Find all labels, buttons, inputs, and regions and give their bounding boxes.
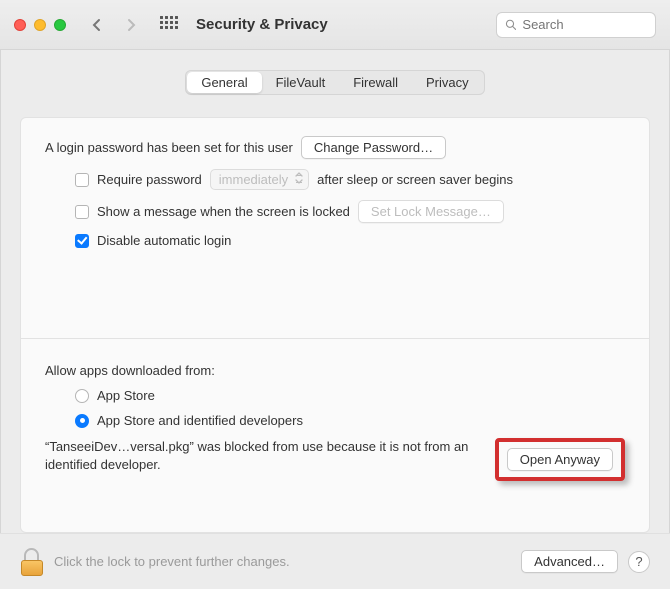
search-icon — [505, 18, 516, 31]
grid-icon — [160, 16, 178, 34]
advanced-button[interactable]: Advanced… — [521, 550, 618, 573]
allow-apps-heading: Allow apps downloaded from: — [45, 363, 625, 378]
separator — [21, 338, 649, 339]
tab-general[interactable]: General — [187, 72, 261, 93]
require-password-checkbox[interactable] — [75, 173, 89, 187]
require-password-delay-select: immediately — [210, 169, 309, 190]
tab-filevault[interactable]: FileVault — [262, 72, 340, 93]
tab-privacy[interactable]: Privacy — [412, 72, 483, 93]
minimize-window-button[interactable] — [34, 19, 46, 31]
preferences-window: Security & Privacy General FileVault Fir… — [0, 0, 670, 589]
titlebar: Security & Privacy — [0, 0, 670, 50]
help-button[interactable]: ? — [628, 551, 650, 573]
disable-auto-login-label: Disable automatic login — [97, 233, 231, 248]
radio-identified-developers-label: App Store and identified developers — [97, 413, 303, 428]
close-window-button[interactable] — [14, 19, 26, 31]
blocked-app-message: “TanseeiDev…versal.pkg” was blocked from… — [45, 438, 485, 473]
window-title: Security & Privacy — [196, 16, 328, 33]
open-anyway-highlight: Open Anyway — [495, 438, 625, 481]
window-controls — [14, 19, 66, 31]
radio-app-store-label: App Store — [97, 388, 155, 403]
require-password-label: Require password — [97, 172, 202, 187]
back-button[interactable] — [84, 12, 110, 38]
forward-button[interactable] — [118, 12, 144, 38]
general-panel: A login password has been set for this u… — [20, 117, 650, 533]
search-input[interactable] — [522, 17, 647, 32]
footer: Click the lock to prevent further change… — [0, 533, 670, 589]
zoom-window-button[interactable] — [54, 19, 66, 31]
show-message-checkbox[interactable] — [75, 205, 89, 219]
open-anyway-button[interactable]: Open Anyway — [507, 448, 613, 471]
radio-identified-developers[interactable] — [75, 414, 89, 428]
change-password-button[interactable]: Change Password… — [301, 136, 446, 159]
radio-app-store[interactable] — [75, 389, 89, 403]
content-area: General FileVault Firewall Privacy A log… — [0, 50, 670, 533]
show-all-button[interactable] — [156, 12, 182, 38]
require-password-suffix: after sleep or screen saver begins — [317, 172, 513, 187]
search-field[interactable] — [496, 12, 656, 38]
lock-button[interactable] — [20, 548, 44, 576]
disable-auto-login-checkbox[interactable] — [75, 234, 89, 248]
show-message-label: Show a message when the screen is locked — [97, 204, 350, 219]
set-lock-message-button: Set Lock Message… — [358, 200, 504, 223]
lock-body-icon — [21, 560, 43, 576]
tab-firewall[interactable]: Firewall — [339, 72, 412, 93]
require-password-delay-value: immediately — [219, 172, 288, 187]
chevron-updown-icon — [295, 172, 303, 184]
tab-bar: General FileVault Firewall Privacy — [20, 70, 650, 95]
lock-hint-text: Click the lock to prevent further change… — [54, 554, 511, 569]
password-set-text: A login password has been set for this u… — [45, 140, 293, 155]
